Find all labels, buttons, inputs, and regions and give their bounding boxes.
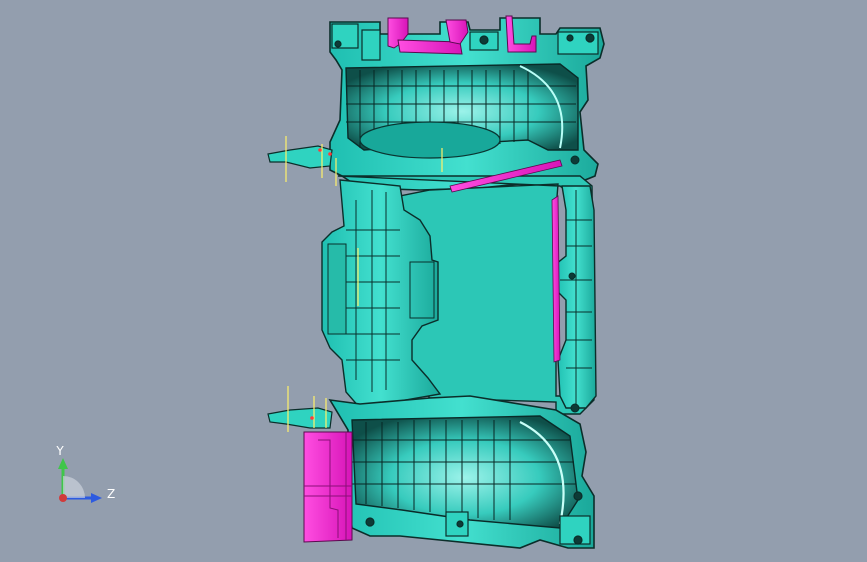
magenta-lower-block — [303, 431, 353, 543]
z-axis-label: Z — [107, 487, 115, 501]
upper-bowl-dome — [359, 121, 501, 159]
y-axis-label: Y — [55, 444, 64, 458]
dot-icon — [59, 494, 67, 502]
cad-viewport[interactable]: Y Z — [0, 0, 867, 562]
